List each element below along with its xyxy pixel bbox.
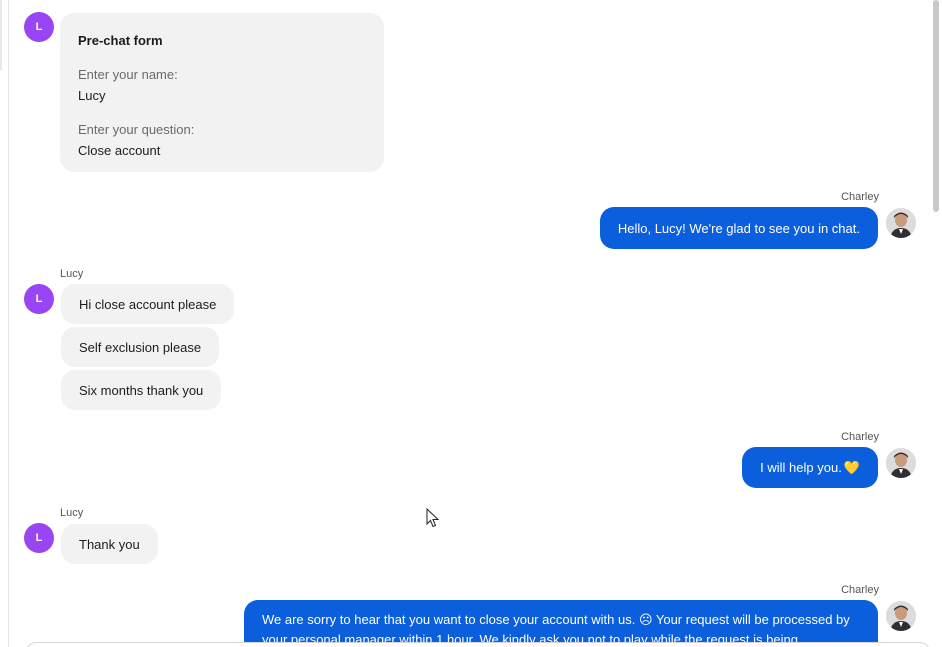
agent-avatar <box>886 601 916 631</box>
agent-photo-icon <box>886 448 916 478</box>
chat-transcript: L Pre-chat form Enter your name: Lucy En… <box>0 0 942 647</box>
visitor-message: Self exclusion please <box>61 327 220 367</box>
agent-message: I will help you. 💛 <box>742 447 878 488</box>
sender-name: Lucy <box>60 507 84 519</box>
agent-avatar <box>886 448 916 478</box>
message-input[interactable] <box>26 642 930 647</box>
visitor-avatar: L <box>24 523 54 553</box>
question-value: Close account <box>78 143 161 158</box>
visitor-message: Six months thank you <box>61 370 222 410</box>
agent-message-text: I will help you. <box>760 460 842 475</box>
scrollbar[interactable] <box>933 0 939 212</box>
name-value: Lucy <box>78 88 106 103</box>
agent-photo-icon <box>886 208 916 238</box>
visitor-avatar: L <box>24 284 54 314</box>
sender-name: Charley <box>841 191 879 203</box>
sender-name: Charley <box>841 584 879 596</box>
agent-photo-icon <box>886 601 916 631</box>
sender-name: Charley <box>841 431 879 443</box>
yellow-heart-icon: 💛 <box>843 459 860 475</box>
agent-avatar <box>886 208 916 238</box>
agent-message: Hello, Lucy! We're glad to see you in ch… <box>599 207 878 249</box>
question-label: Enter your question: <box>78 122 195 137</box>
visitor-message: Thank you <box>61 524 158 564</box>
agent-message: We are sorry to hear that you want to cl… <box>244 600 878 647</box>
visitor-message: Hi close account please <box>61 284 235 324</box>
panel-edge <box>0 0 2 70</box>
name-label: Enter your name: <box>78 67 178 82</box>
prechat-form-card: Pre-chat form Enter your name: Lucy Ente… <box>60 13 384 172</box>
sender-name: Lucy <box>60 268 84 280</box>
prechat-form-title: Pre-chat form <box>78 33 163 48</box>
mouse-pointer-icon <box>426 508 440 528</box>
divider <box>8 0 9 647</box>
visitor-avatar: L <box>24 12 54 42</box>
